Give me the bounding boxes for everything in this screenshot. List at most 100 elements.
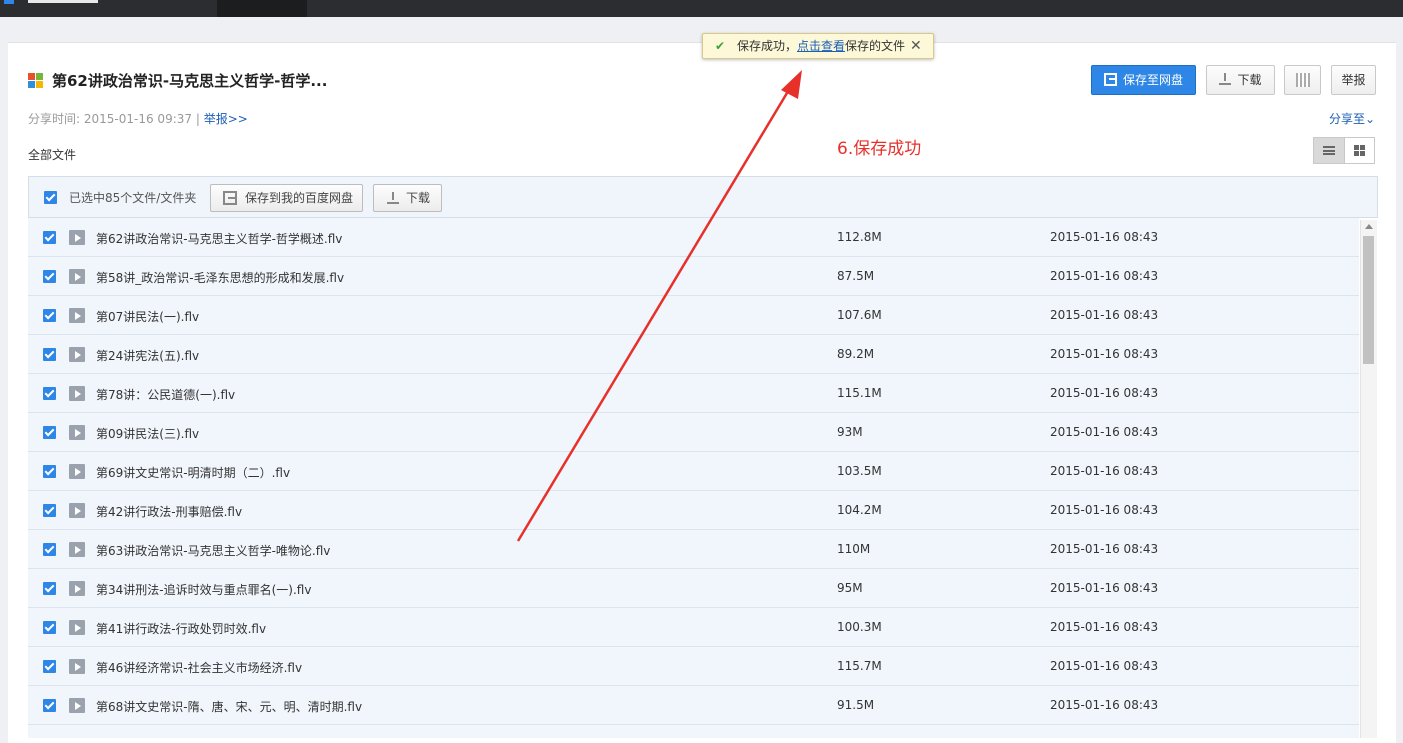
- file-name[interactable]: 第78讲：公民道德(一).flv: [96, 386, 235, 403]
- breadcrumb-all-files[interactable]: 全部文件: [28, 146, 76, 163]
- close-icon[interactable]: ✕: [910, 34, 922, 58]
- file-time: 2015-01-16 08:43: [1050, 503, 1159, 517]
- selection-count: 已选中85个文件/文件夹: [69, 191, 197, 205]
- row-checkbox[interactable]: [43, 309, 56, 322]
- save-selected-label: 保存到我的百度网盘: [245, 191, 354, 205]
- video-file-icon: [69, 542, 85, 557]
- file-size: 95M: [837, 581, 863, 595]
- row-checkbox[interactable]: [43, 465, 56, 478]
- file-name[interactable]: 第41讲行政法-行政处罚时效.flv: [96, 620, 266, 637]
- qr-code-button[interactable]: [1284, 65, 1321, 95]
- row-checkbox[interactable]: [43, 270, 56, 283]
- file-name[interactable]: 第69讲文史常识-明清时期（二）.flv: [96, 464, 290, 481]
- row-checkbox[interactable]: [43, 387, 56, 400]
- file-row[interactable]: 第58讲_政治常识-毛泽东思想的形成和发展.flv 87.5M 2015-01-…: [28, 257, 1359, 296]
- file-row[interactable]: 第63讲政治常识-马克思主义哲学-唯物论.flv 110M 2015-01-16…: [28, 530, 1359, 569]
- download-selected-label: 下载: [406, 191, 431, 205]
- toast-view-link[interactable]: 点击查看: [797, 39, 845, 53]
- logo-fragment: [4, 0, 14, 4]
- file-row[interactable]: 第24讲宪法(五).flv 89.2M 2015-01-16 08:43: [28, 335, 1359, 374]
- file-size: 87.5M: [837, 269, 875, 283]
- file-name[interactable]: 第42讲行政法-刑事赔偿.flv: [96, 503, 242, 520]
- view-toggle: [1313, 137, 1375, 164]
- file-row[interactable]: 第07讲民法(一).flv 107.6M 2015-01-16 08:43: [28, 296, 1359, 335]
- video-file-icon: [69, 347, 85, 362]
- file-size: 107.6M: [837, 308, 882, 322]
- file-name[interactable]: 第58讲_政治常识-毛泽东思想的形成和发展.flv: [96, 269, 344, 286]
- save-icon: [223, 191, 237, 205]
- scrollbar[interactable]: [1360, 220, 1377, 738]
- file-time: 2015-01-16 08:43: [1050, 581, 1159, 595]
- file-size: 93M: [837, 425, 863, 439]
- download-button[interactable]: 下载: [1206, 65, 1275, 95]
- row-checkbox[interactable]: [43, 348, 56, 361]
- row-checkbox[interactable]: [43, 504, 56, 517]
- row-checkbox[interactable]: [43, 660, 56, 673]
- file-row[interactable]: 第09讲民法(三).flv 93M 2015-01-16 08:43: [28, 413, 1359, 452]
- file-time: 2015-01-16 08:43: [1050, 386, 1159, 400]
- file-name[interactable]: 第68讲文史常识-隋、唐、宋、元、明、清时期.flv: [96, 698, 362, 715]
- page-title: 第62讲政治常识-马克思主义哲学-哲学...: [52, 72, 328, 90]
- video-file-icon: [69, 386, 85, 401]
- file-row[interactable]: 第78讲：公民道德(一).flv 115.1M 2015-01-16 08:43: [28, 374, 1359, 413]
- select-all-checkbox[interactable]: [44, 191, 57, 204]
- video-file-icon: [69, 308, 85, 323]
- file-time: 2015-01-16 08:43: [1050, 308, 1159, 322]
- file-time: 2015-01-16 08:43: [1050, 230, 1159, 244]
- file-name[interactable]: 第07讲民法(一).flv: [96, 308, 199, 325]
- share-to-label: 分享至: [1329, 112, 1366, 126]
- row-checkbox[interactable]: [43, 426, 56, 439]
- row-checkbox[interactable]: [43, 621, 56, 634]
- scrollbar-thumb[interactable]: [1363, 236, 1374, 364]
- row-checkbox[interactable]: [43, 231, 56, 244]
- grid-view-button[interactable]: [1344, 138, 1375, 163]
- logo-text-fragment: [28, 0, 98, 3]
- video-file-icon: [69, 425, 85, 440]
- file-size: 110M: [837, 542, 871, 556]
- file-name[interactable]: 第62讲政治常识-马克思主义哲学-哲学概述.flv: [96, 230, 342, 247]
- file-row[interactable]: 第34讲刑法-追诉时效与重点罪名(一).flv 95M 2015-01-16 0…: [28, 569, 1359, 608]
- file-time: 2015-01-16 08:43: [1050, 620, 1159, 634]
- file-size: 103.5M: [837, 464, 882, 478]
- save-selected-button[interactable]: 保存到我的百度网盘: [210, 184, 363, 212]
- share-time-value: 2015-01-16 09:37: [83, 112, 193, 126]
- report-button[interactable]: 举报: [1331, 65, 1376, 95]
- file-row[interactable]: 第41讲行政法-行政处罚时效.flv 100.3M 2015-01-16 08:…: [28, 608, 1359, 647]
- download-icon: [387, 192, 399, 204]
- row-checkbox[interactable]: [43, 699, 56, 712]
- download-button-label: 下载: [1237, 73, 1262, 87]
- step-annotation: 6.保存成功: [837, 139, 922, 159]
- file-list: 第62讲政治常识-马克思主义哲学-哲学概述.flv 112.8M 2015-01…: [28, 218, 1359, 738]
- chevron-down-icon: ⌄: [1365, 112, 1376, 126]
- scroll-up-icon[interactable]: [1365, 224, 1373, 229]
- report-link[interactable]: 举报>>: [204, 112, 248, 126]
- toast-suffix: 保存的文件: [845, 39, 906, 53]
- share-time-label: 分享时间:: [28, 112, 81, 126]
- download-selected-button[interactable]: 下载: [373, 184, 442, 212]
- file-name[interactable]: 第09讲民法(三).flv: [96, 425, 199, 442]
- grid-view-icon: [1354, 145, 1365, 156]
- nav-tab-active[interactable]: [217, 0, 307, 17]
- file-row-partial[interactable]: [28, 725, 1359, 738]
- save-button-label: 保存至网盘: [1122, 73, 1183, 87]
- toast-prefix: 保存成功，: [737, 39, 798, 53]
- top-nav-bar: [0, 0, 1403, 17]
- file-name[interactable]: 第63讲政治常识-马克思主义哲学-唯物论.flv: [96, 542, 330, 559]
- file-name[interactable]: 第24讲宪法(五).flv: [96, 347, 199, 364]
- file-row[interactable]: 第68讲文史常识-隋、唐、宋、元、明、清时期.flv 91.5M 2015-01…: [28, 686, 1359, 725]
- file-row[interactable]: 第62讲政治常识-马克思主义哲学-哲学概述.flv 112.8M 2015-01…: [28, 218, 1359, 257]
- file-row[interactable]: 第69讲文史常识-明清时期（二）.flv 103.5M 2015-01-16 0…: [28, 452, 1359, 491]
- list-view-button[interactable]: [1314, 138, 1344, 163]
- share-to-dropdown[interactable]: 分享至⌄: [1329, 110, 1375, 127]
- video-file-icon: [69, 659, 85, 674]
- file-name[interactable]: 第46讲经济常识-社会主义市场经济.flv: [96, 659, 302, 676]
- file-row[interactable]: 第42讲行政法-刑事赔偿.flv 104.2M 2015-01-16 08:43: [28, 491, 1359, 530]
- windows-logo-icon: [28, 73, 44, 89]
- file-time: 2015-01-16 08:43: [1050, 464, 1159, 478]
- video-file-icon: [69, 620, 85, 635]
- save-to-disk-button[interactable]: 保存至网盘: [1091, 65, 1196, 95]
- file-name[interactable]: 第34讲刑法-追诉时效与重点罪名(一).flv: [96, 581, 311, 598]
- row-checkbox[interactable]: [43, 543, 56, 556]
- file-row[interactable]: 第46讲经济常识-社会主义市场经济.flv 115.7M 2015-01-16 …: [28, 647, 1359, 686]
- row-checkbox[interactable]: [43, 582, 56, 595]
